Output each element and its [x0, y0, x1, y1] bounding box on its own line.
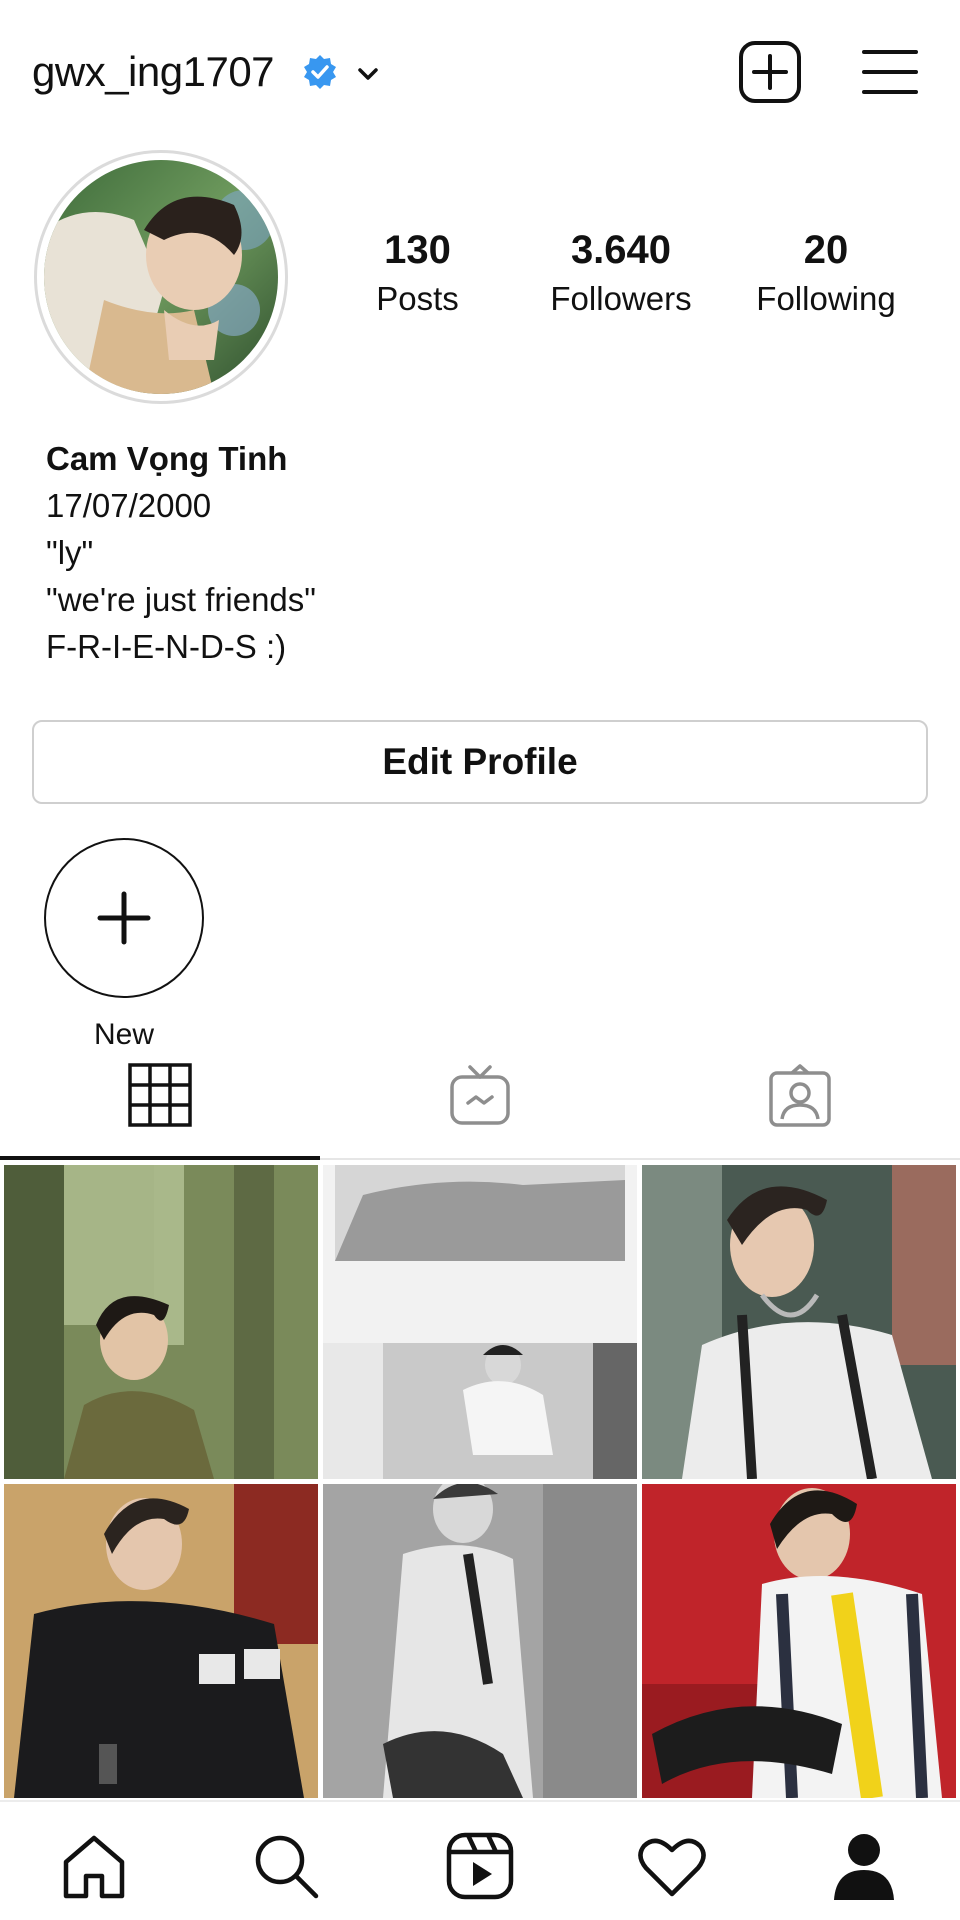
posts-value: 130 — [384, 228, 451, 272]
username-title[interactable]: gwx_ing1707 — [32, 48, 275, 96]
avatar[interactable] — [44, 160, 278, 394]
tab-tagged[interactable] — [640, 1055, 960, 1160]
hamburger-menu-icon[interactable] — [862, 48, 918, 96]
plus-icon — [97, 891, 151, 945]
bio-line: F-R-I-E-N-D-S :) — [46, 628, 287, 665]
new-highlight-label: New — [93, 1018, 154, 1051]
plus-square-icon[interactable] — [738, 40, 802, 104]
edit-profile-button[interactable]: Edit Profile — [32, 720, 928, 804]
posts-grid — [0, 1165, 960, 1800]
post-thumbnail[interactable] — [642, 1484, 956, 1798]
followers-label: Followers — [550, 280, 692, 317]
post-thumbnail[interactable] — [642, 1165, 956, 1479]
following-value: 20 — [803, 228, 849, 272]
home-icon[interactable] — [58, 1830, 130, 1902]
followers-value: 3.640 — [570, 228, 672, 272]
posts-count[interactable]: 130 Posts — [360, 228, 475, 318]
igtv-icon — [450, 1065, 510, 1125]
profile-icon[interactable] — [828, 1830, 900, 1902]
tagged-icon — [769, 1064, 831, 1127]
bottom-navigation — [0, 1800, 960, 1920]
post-thumbnail[interactable] — [323, 1165, 637, 1479]
grid-icon — [128, 1063, 192, 1127]
search-icon[interactable] — [250, 1830, 322, 1902]
chevron-down-icon[interactable] — [354, 60, 382, 88]
following-count[interactable]: 20 Following — [748, 228, 904, 318]
posts-label: Posts — [376, 280, 459, 317]
bio-line: "we're just friends" — [46, 581, 316, 618]
profile-bio: Cam Vọng Tinh 17/07/2000 "ly" "we're jus… — [46, 435, 316, 670]
followers-count[interactable]: 3.640 Followers — [540, 228, 702, 318]
profile-tabs — [0, 1055, 960, 1160]
bio-line: 17/07/2000 — [46, 487, 212, 524]
post-thumbnail[interactable] — [4, 1484, 318, 1798]
reels-icon[interactable] — [444, 1830, 516, 1902]
following-label: Following — [756, 280, 896, 317]
post-thumbnail[interactable] — [4, 1165, 318, 1479]
post-thumbnail[interactable] — [323, 1484, 637, 1798]
new-highlight-button[interactable] — [44, 838, 204, 998]
bio-line: "ly" — [46, 534, 94, 571]
verified-badge-icon — [304, 55, 336, 89]
profile-header: gwx_ing1707 — [0, 0, 960, 150]
tab-igtv[interactable] — [320, 1055, 640, 1160]
display-name: Cam Vọng Tinh — [46, 440, 288, 477]
tab-posts-grid[interactable] — [0, 1055, 320, 1160]
heart-icon[interactable] — [636, 1830, 708, 1902]
